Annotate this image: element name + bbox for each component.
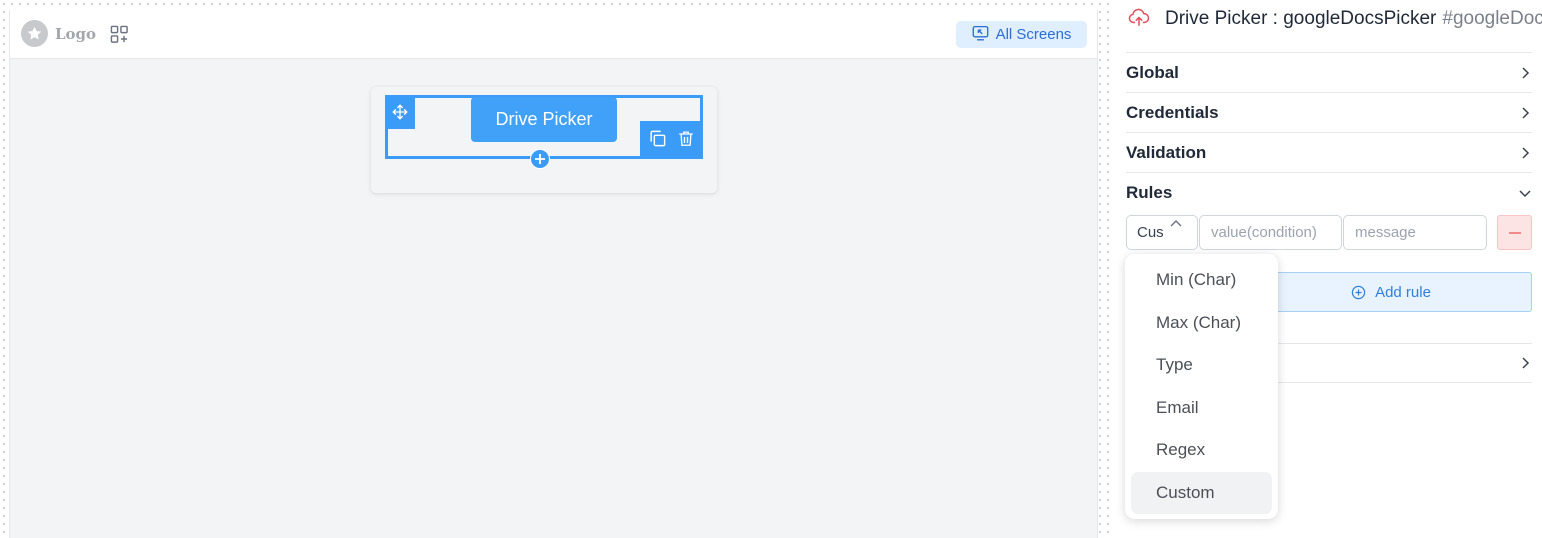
chevron-right-icon xyxy=(1522,146,1530,159)
all-screens-label: All Screens xyxy=(995,26,1072,43)
dropdown-option-min-char[interactable]: Min (Char) xyxy=(1131,259,1272,302)
rule-value-input[interactable] xyxy=(1199,215,1342,250)
plus-circle-icon xyxy=(1351,285,1366,299)
section-label: Credentials xyxy=(1126,102,1219,122)
screen-header: Logo All Screens xyxy=(10,10,1097,59)
section-credentials[interactable]: Credentials xyxy=(1126,92,1532,132)
trash-icon[interactable] xyxy=(677,129,695,152)
section-global[interactable]: Global xyxy=(1126,52,1532,92)
dropdown-option-max-char[interactable]: Max (Char) xyxy=(1131,302,1272,345)
add-widget-icon[interactable] xyxy=(110,25,129,44)
dropdown-option-email[interactable]: Email xyxy=(1131,387,1272,430)
minus-icon xyxy=(1508,231,1521,234)
section-rules[interactable]: Rules xyxy=(1126,172,1532,212)
plus-icon[interactable] xyxy=(530,149,550,169)
rule-type-dropdown: Min (Char) Max (Char) Type Email Regex C… xyxy=(1125,254,1278,519)
dropdown-option-regex[interactable]: Regex xyxy=(1131,429,1272,472)
star-icon xyxy=(21,20,48,47)
widget-actions xyxy=(640,121,703,159)
rule-message-input[interactable] xyxy=(1343,215,1487,250)
chevron-right-icon xyxy=(1522,66,1530,79)
rule-type-value: Custom xyxy=(1137,224,1163,241)
chevron-up-icon xyxy=(1170,220,1182,227)
section-label: Global xyxy=(1126,62,1179,82)
cloud-upload-icon xyxy=(1128,7,1150,31)
move-icon[interactable] xyxy=(385,95,415,129)
dropdown-option-custom[interactable]: Custom xyxy=(1131,471,1272,514)
drive-picker-widget[interactable]: Drive Picker xyxy=(471,97,617,142)
section-label: Validation xyxy=(1126,142,1207,162)
panel-header: Drive Picker : googleDocsPicker #googleD… xyxy=(1112,0,1542,38)
panel-title: Drive Picker : googleDocsPicker xyxy=(1165,8,1437,29)
rule-type-select[interactable]: Custom xyxy=(1126,215,1198,250)
logo-text: Logo xyxy=(55,24,97,43)
dropdown-option-type[interactable]: Type xyxy=(1131,344,1272,387)
section-label: Rules xyxy=(1126,182,1173,202)
chevron-right-icon xyxy=(1522,357,1530,369)
copy-icon[interactable] xyxy=(648,129,667,152)
chevron-right-icon xyxy=(1522,106,1530,119)
panel-hash: #googleDocsPicker xyxy=(1442,8,1542,29)
design-canvas: Logo All Screens Drive Picker xyxy=(0,0,1112,538)
logo[interactable]: Logo xyxy=(21,20,96,47)
chevron-down-icon xyxy=(1519,189,1531,197)
add-rule-label: Add rule xyxy=(1375,283,1431,301)
section-validation[interactable]: Validation xyxy=(1126,132,1532,172)
screen-icon xyxy=(972,25,989,45)
all-screens-button[interactable]: All Screens xyxy=(956,21,1087,48)
remove-rule-button[interactable] xyxy=(1497,215,1532,250)
